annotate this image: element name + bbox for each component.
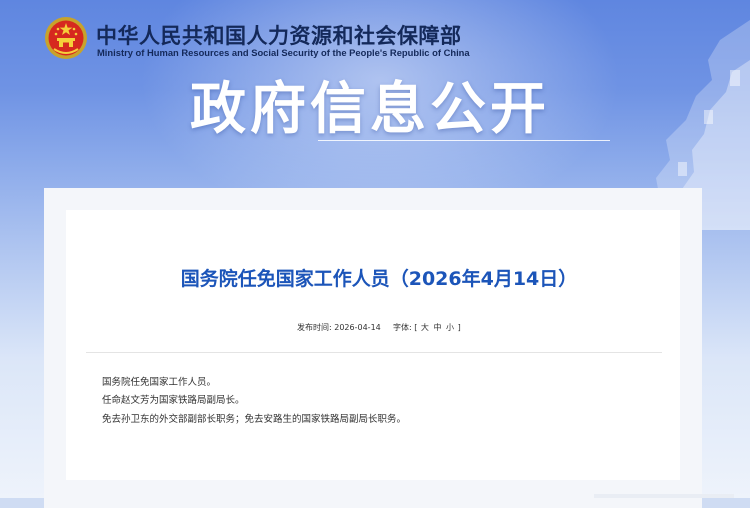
font-size-medium-button[interactable]: 中 [433,323,441,332]
article-paragraph: 国务院任免国家工作人员。 [102,377,217,388]
banner-title-underline [318,140,610,141]
font-size-selector: 字体: [ 大 中 小 ] [393,322,461,333]
article-divider [86,352,662,353]
article-paragraph: 免去孙卫东的外交部副部长职务；免去安路生的国家铁路局副局长职务。 [102,414,407,425]
font-bracket-open: [ [414,323,418,332]
font-size-small-button[interactable]: 小 [446,323,454,332]
publish-label: 发布时间: [297,323,332,332]
font-bracket-close: ] [457,323,461,332]
ministry-name-en[interactable]: Ministry of Human Resources and Social S… [97,47,470,58]
font-size-large-button[interactable]: 大 [421,323,429,332]
article-card [66,210,680,480]
bottom-toolbar [594,494,734,498]
national-emblem-icon[interactable] [44,16,88,60]
ministry-name-cn[interactable]: 中华人民共和国人力资源和社会保障部 [96,20,462,50]
article-paragraph: 任命赵文芳为国家铁路局副局长。 [102,395,245,406]
font-size-label: 字体: [393,323,412,332]
article-title: 国务院任免国家工作人员（2026年4月14日） [180,268,578,290]
publish-info: 发布时间: 2026-04-14 [297,322,381,333]
banner-title: 政府信息公开 [190,77,550,142]
publish-date: 2026-04-14 [334,323,381,332]
